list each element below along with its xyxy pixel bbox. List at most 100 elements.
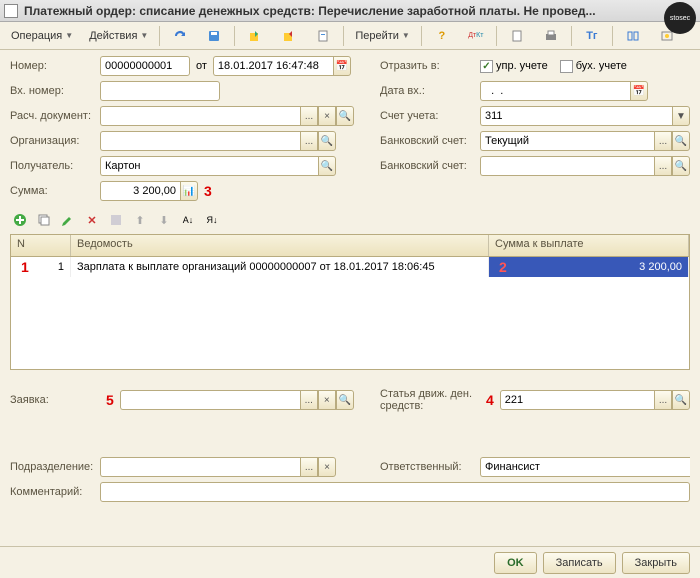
doc-input[interactable] <box>100 106 300 126</box>
footer-bar: OK Записать Закрыть <box>0 546 700 578</box>
table-row[interactable]: 1 1 Зарплата к выплате организаций 00000… <box>11 257 689 277</box>
from-label: от <box>196 60 207 72</box>
grid-toolbar: ✕ ⬆ ⬇ A↓ Я↓ <box>10 206 690 234</box>
doc-search-button[interactable]: 🔍 <box>336 106 354 126</box>
recipient-label: Получатель: <box>10 160 100 172</box>
mark-3: 3 <box>204 183 212 199</box>
post-button[interactable] <box>239 25 271 47</box>
print-button[interactable] <box>535 25 567 47</box>
payments-grid[interactable]: N Ведомость Сумма к выплате 1 1 Зарплата… <box>10 234 690 370</box>
mark-2: 2 <box>499 259 507 275</box>
structure-button[interactable]: Тг <box>576 25 608 47</box>
date-input[interactable] <box>213 56 333 76</box>
comment-label: Комментарий: <box>10 486 100 498</box>
refresh-button[interactable] <box>164 25 196 47</box>
org-search-button[interactable]: 🔍 <box>318 131 336 151</box>
dds-select-button[interactable]: ... <box>654 390 672 410</box>
col-n-header[interactable]: N <box>11 235 71 256</box>
mgmt-checkbox[interactable]: ✓ <box>480 60 493 73</box>
dept-clear-button[interactable]: × <box>318 457 336 477</box>
dept-label: Подразделение: <box>10 461 100 473</box>
dds-search-button[interactable]: 🔍 <box>672 390 690 410</box>
help-button[interactable]: ? <box>426 25 458 47</box>
col-ved-header[interactable]: Ведомость <box>71 235 489 256</box>
acct-checkbox[interactable] <box>560 60 573 73</box>
org-select-button[interactable]: ... <box>300 131 318 151</box>
bank-select-button[interactable]: ... <box>654 131 672 151</box>
mark-1: 1 <box>21 259 29 275</box>
calendar-button[interactable]: 📅 <box>333 56 351 76</box>
recipient-search-button[interactable]: 🔍 <box>318 156 336 176</box>
save-record-button[interactable]: Записать <box>543 552 616 574</box>
dept-input[interactable] <box>100 457 300 477</box>
cell-n: 1 1 <box>11 257 71 277</box>
cell-ved: Зарплата к выплате организаций 000000000… <box>71 257 489 277</box>
goto-menu[interactable]: Перейти▼ <box>348 25 417 47</box>
main-toolbar: Операция▼ Действия▼ Перейти▼ ? ДтКт Тг <box>0 22 700 50</box>
doc-label: Расч. документ: <box>10 110 100 122</box>
bank2-select-button[interactable]: ... <box>654 156 672 176</box>
account-label: Счет учета: <box>380 110 480 122</box>
save-button[interactable] <box>198 25 230 47</box>
ok-button[interactable]: OK <box>494 552 537 574</box>
in-date-calendar-button[interactable]: 📅 <box>630 81 648 101</box>
account-dropdown-button[interactable]: ▼ <box>672 106 690 126</box>
number-input[interactable] <box>100 56 190 76</box>
acct-label: бух. учете <box>576 60 627 72</box>
logo-icon: stosec <box>664 2 696 34</box>
in-date-input[interactable] <box>480 81 630 101</box>
report-button[interactable] <box>501 25 533 47</box>
dept-select-button[interactable]: ... <box>300 457 318 477</box>
request-search-button[interactable]: 🔍 <box>336 390 354 410</box>
bank-input[interactable] <box>480 131 654 151</box>
basis-button[interactable] <box>307 25 339 47</box>
form-area: Номер: от 📅 Отразить в: ✓ упр. учете бух… <box>0 50 700 513</box>
bank-search-button[interactable]: 🔍 <box>672 131 690 151</box>
request-input[interactable] <box>120 390 300 410</box>
dds-input[interactable] <box>500 390 654 410</box>
bank2-search-button[interactable]: 🔍 <box>672 156 690 176</box>
in-number-input[interactable] <box>100 81 220 101</box>
comment-input[interactable] <box>100 482 690 502</box>
col-sum-header[interactable]: Сумма к выплате <box>489 235 689 256</box>
request-clear-button[interactable]: × <box>318 390 336 410</box>
arrow-up-button[interactable]: ⬆ <box>130 210 150 230</box>
unpost-button[interactable] <box>273 25 305 47</box>
request-select-button[interactable]: ... <box>300 390 318 410</box>
reflect-label: Отразить в: <box>380 60 480 72</box>
copy-row-button[interactable] <box>34 210 54 230</box>
org-input[interactable] <box>100 131 300 151</box>
linked-button[interactable] <box>617 25 649 47</box>
account-input[interactable] <box>480 106 672 126</box>
doc-select-button[interactable]: ... <box>300 106 318 126</box>
bank-label: Банковский счет: <box>380 135 480 147</box>
sum-input[interactable] <box>100 181 180 201</box>
resp-label: Ответственный: <box>380 461 480 473</box>
operation-menu[interactable]: Операция▼ <box>4 25 80 47</box>
number-label: Номер: <box>10 60 100 72</box>
titlebar: Платежный ордер: списание денежных средс… <box>0 0 700 22</box>
delete-row-button[interactable]: ✕ <box>82 210 102 230</box>
sort-asc-button[interactable]: A↓ <box>178 210 198 230</box>
dds-label: Статья движ. ден. средств: <box>380 388 480 412</box>
calc-button[interactable]: 📊 <box>180 181 198 201</box>
doc-clear-button[interactable]: × <box>318 106 336 126</box>
recipient-input[interactable] <box>100 156 318 176</box>
in-number-label: Вх. номер: <box>10 85 100 97</box>
add-row-button[interactable] <box>10 210 30 230</box>
sum-label: Сумма: <box>10 185 100 197</box>
close-button[interactable]: Закрыть <box>622 552 690 574</box>
window-title: Платежный ордер: списание денежных средс… <box>24 4 596 18</box>
request-label: Заявка: <box>10 394 100 406</box>
actions-menu[interactable]: Действия▼ <box>82 25 155 47</box>
bank2-input[interactable] <box>480 156 654 176</box>
resp-input[interactable] <box>480 457 690 477</box>
edit-row-button[interactable] <box>58 210 78 230</box>
sort-desc-button[interactable]: Я↓ <box>202 210 222 230</box>
mgmt-label: упр. учете <box>496 60 548 72</box>
move-up-button[interactable] <box>106 210 126 230</box>
arrow-down-button[interactable]: ⬇ <box>154 210 174 230</box>
org-label: Организация: <box>10 135 100 147</box>
dtkt-button[interactable]: ДтКт <box>460 25 492 47</box>
bank2-label: Банковский счет: <box>380 160 480 172</box>
